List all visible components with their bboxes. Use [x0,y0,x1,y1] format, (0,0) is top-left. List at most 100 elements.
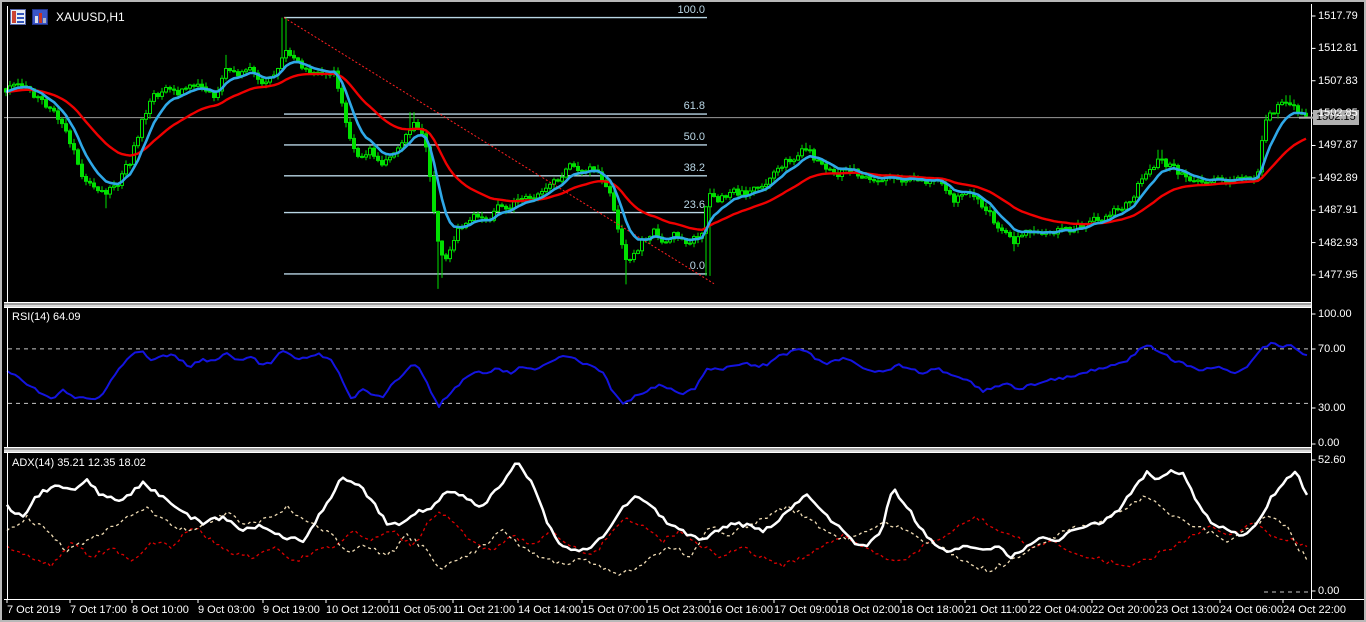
main-chart-plot[interactable] [4,6,1310,301]
candle [564,168,568,178]
candle [480,216,484,219]
candle [1268,112,1272,121]
candle [760,185,764,189]
time-tick-label: 18 Oct 18:00 [901,604,964,616]
candle [960,194,964,197]
candle [800,148,804,157]
candle [92,182,96,188]
time-tick-label: 18 Oct 02:00 [837,604,900,616]
candle [64,123,68,132]
candle [60,118,64,125]
candle [632,252,636,260]
candle [824,163,828,170]
panel-separator-adx[interactable] [4,447,1311,453]
time-tick-label: 21 Oct 11:00 [965,604,1028,616]
candle [716,196,720,203]
candle [528,195,532,199]
time-tick-label: 24 Oct 22:00 [1283,604,1346,616]
candle [416,122,420,129]
candle [720,195,724,203]
candle [20,83,24,87]
candle [96,186,100,192]
candle [540,191,544,195]
candle [444,254,448,260]
candle [828,168,832,171]
candle [952,193,956,203]
candle [496,204,500,212]
candle [1276,104,1280,114]
candle [788,158,792,163]
candle [184,87,188,90]
time-tick-label: 16 Oct 16:00 [710,604,773,616]
candle [176,89,180,96]
candle [1200,179,1204,183]
candle [740,190,744,196]
candle [520,198,524,200]
candle [1272,112,1276,115]
candle [188,84,192,89]
candle [360,155,364,158]
candle [796,155,800,161]
candle [1168,163,1172,168]
candle [76,149,80,165]
candle [124,164,128,175]
time-tick-label: 9 Oct 03:00 [198,604,255,616]
adx-scale-bottom-label: 0.00 [1318,585,1340,597]
candle [640,238,644,252]
candle [448,249,452,260]
candle [280,57,284,70]
time-tick-label: 8 Oct 10:00 [132,604,189,616]
candle [724,195,728,198]
price-tick-label: 1512.81 [1318,42,1358,55]
candle [1108,214,1112,217]
candle [340,87,344,104]
candle [904,180,908,183]
candle [956,195,960,203]
candle [348,121,352,139]
rsi-plot[interactable] [4,308,1310,446]
candle [1120,208,1124,211]
time-tick-label: 10 Oct 12:00 [326,604,389,616]
candle [868,176,872,180]
chart-icon[interactable] [32,9,48,25]
price-tick-label: 1502.85 [1318,107,1358,120]
candle [1264,119,1268,142]
candle [16,83,20,86]
candle [616,209,620,230]
candle [288,50,292,56]
candle [860,175,864,179]
adx-plot[interactable] [4,453,1310,594]
candle [1156,158,1160,169]
candle [404,134,408,144]
candle [172,88,176,91]
candle [292,54,296,59]
candle [744,190,748,196]
candle [768,177,772,185]
candle [1092,216,1096,222]
candle [164,87,168,93]
candle [572,163,576,167]
chart-canvas [4,4,1364,603]
candle [456,227,460,241]
candle [996,222,1000,229]
grid-icon[interactable] [10,9,26,25]
panel-separator-rsi[interactable] [4,302,1311,308]
candle [1136,183,1140,198]
candle [560,176,564,182]
candle [556,179,560,182]
candle [1152,167,1156,170]
price-tick-label: 1517.79 [1318,10,1358,22]
candle [1116,208,1120,211]
candle [100,190,104,192]
candle [628,259,632,261]
candle [808,149,812,152]
candle [708,193,712,208]
candle [1288,102,1292,106]
time-tick-label: 23 Oct 13:00 [1156,604,1219,616]
time-tick-label: 7 Oct 2019 [7,604,61,616]
candle [580,169,584,172]
candle [1164,158,1168,168]
candle [980,198,984,208]
candle [544,187,548,192]
rsi-scale-label: 70.00 [1318,343,1346,355]
